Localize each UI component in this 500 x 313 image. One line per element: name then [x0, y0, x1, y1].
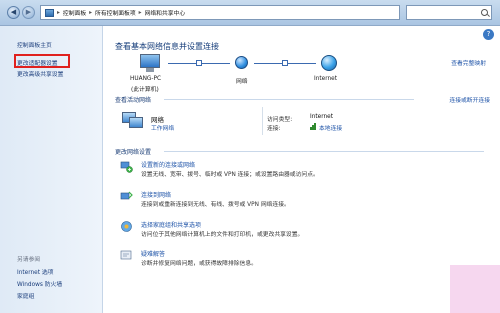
change-adapter-settings-link[interactable]: 更改适配器设置	[17, 58, 58, 67]
new-connection-icon	[120, 161, 133, 173]
task-description: 连接到或重新连接到无线、有线、拨号或 VPN 网络连接。	[141, 202, 290, 208]
task-link[interactable]: 连接到网络	[141, 190, 171, 199]
section-divider	[164, 151, 484, 152]
change-advanced-sharing-link[interactable]: 更改高级共享设置	[17, 69, 63, 78]
main-pane: ? 查看基本网络信息并设置连接 查看完整映射 HUANG-PC (此计算机) 网…	[104, 26, 500, 313]
page-title: 查看基本网络信息并设置连接	[115, 42, 219, 51]
signal-bars-icon	[310, 122, 316, 130]
internet-globe-icon[interactable]	[318, 52, 340, 74]
breadcrumb-separator: ▸	[138, 9, 142, 16]
connections-label: 连接:	[267, 126, 281, 132]
breadcrumb-network-center[interactable]: 网络和共享中心	[145, 8, 186, 17]
address-bar: ◀ ▶ ▸ 控制面板 ▸ 所有控制面板项 ▸ 网络和共享中心	[0, 0, 500, 26]
homegroup-link[interactable]: 家庭组	[17, 291, 34, 300]
network-bench-icon	[122, 110, 144, 130]
troubleshoot-icon	[120, 250, 132, 260]
search-input[interactable]	[406, 5, 492, 20]
connect-disconnect-link[interactable]: 连接或断开连接	[449, 95, 490, 104]
network-label: 网络	[236, 79, 248, 85]
internet-options-link[interactable]: Internet 选项	[17, 267, 53, 276]
breadcrumb-control-panel[interactable]: 控制面板	[63, 8, 86, 17]
task-link[interactable]: 选择家庭组和共享选项	[141, 220, 201, 229]
computer-name: HUANG-PC	[130, 76, 162, 82]
windows-firewall-link[interactable]: Windows 防火墙	[17, 279, 62, 288]
computer-sublabel: (此计算机)	[131, 87, 159, 93]
connection-marker	[282, 60, 288, 66]
internet-label: Internet	[314, 76, 338, 82]
left-nav-pane: 控制面板主页 更改适配器设置 更改高级共享设置 另请参阅 Internet 选项…	[0, 26, 103, 313]
connect-network-icon	[120, 191, 133, 200]
change-settings-heading: 更改网络设置	[115, 149, 152, 156]
breadcrumb-separator: ▸	[89, 9, 93, 16]
breadcrumb-all-items[interactable]: 所有控制面板项	[95, 8, 136, 17]
breadcrumb-separator: ▸	[57, 9, 60, 16]
homegroup-icon	[121, 221, 132, 232]
breadcrumb[interactable]: ▸ 控制面板 ▸ 所有控制面板项 ▸ 网络和共享中心	[40, 5, 400, 20]
network-type-link[interactable]: 工作网络	[151, 123, 174, 132]
control-panel-home-link[interactable]: 控制面板主页	[17, 40, 52, 49]
access-type-value: Internet	[310, 114, 334, 120]
vertical-divider	[262, 107, 263, 135]
view-full-map-link[interactable]: 查看完整映射	[451, 58, 486, 67]
task-link[interactable]: 设置新的连接或网络	[141, 160, 195, 169]
access-type-label: 访问类型:	[267, 117, 293, 123]
search-icon[interactable]	[481, 9, 488, 16]
task-link[interactable]: 疑难解答	[141, 249, 165, 258]
section-divider	[164, 99, 414, 100]
network-icon	[232, 52, 252, 74]
task-description: 诊断并修复网络问题，或获得故障排除信息。	[141, 261, 257, 267]
forward-button[interactable]: ▶	[22, 6, 35, 19]
task-description: 访问位于其他网络计算机上的文件和打印机，或更改共享设置。	[141, 232, 304, 238]
back-button[interactable]: ◀	[7, 6, 20, 19]
see-also-heading: 另请参阅	[17, 257, 41, 263]
active-networks-heading: 查看活动网络	[115, 97, 152, 104]
local-connection-link[interactable]: 本地连接	[319, 123, 342, 132]
computer-icon	[137, 52, 165, 74]
help-icon[interactable]: ?	[483, 29, 494, 40]
watermark-block	[450, 265, 500, 313]
task-description: 设置无线、宽带、拨号、临时或 VPN 连接；或设置路由器或访问点。	[141, 172, 319, 178]
connection-marker	[196, 60, 202, 66]
control-panel-icon	[45, 8, 54, 17]
